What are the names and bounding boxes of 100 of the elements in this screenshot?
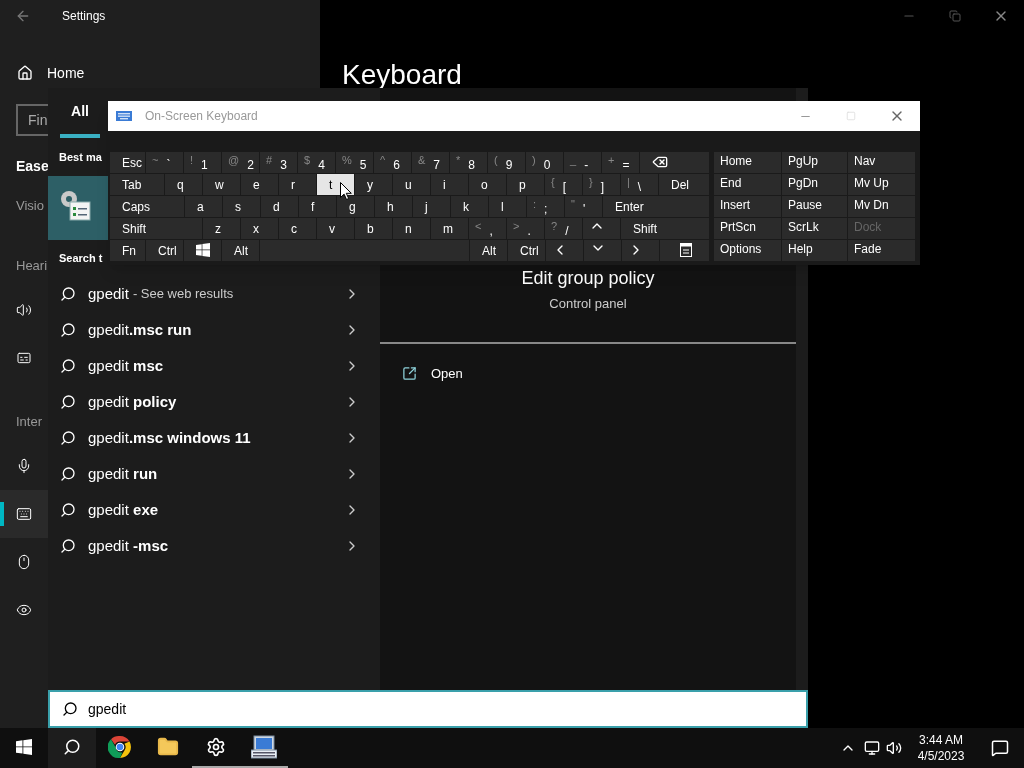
key[interactable]: q bbox=[165, 174, 203, 196]
key[interactable]: Nav bbox=[848, 152, 916, 174]
key[interactable]: b bbox=[355, 218, 393, 240]
key[interactable]: o bbox=[469, 174, 507, 196]
key[interactable]: Ctrl bbox=[508, 240, 546, 262]
key[interactable]: < , bbox=[469, 218, 507, 240]
key[interactable]: Enter bbox=[603, 196, 710, 218]
key[interactable]: Home bbox=[714, 152, 782, 174]
key[interactable]: PgDn bbox=[782, 174, 848, 196]
key[interactable]: Insert bbox=[714, 196, 782, 218]
key[interactable]: t bbox=[317, 174, 355, 196]
key[interactable]: % 5 bbox=[336, 152, 374, 174]
key[interactable]: s bbox=[223, 196, 261, 218]
key[interactable]: p bbox=[507, 174, 545, 196]
suggestion-item[interactable]: gpedit exe bbox=[48, 492, 380, 528]
key[interactable]: h bbox=[375, 196, 413, 218]
suggestion-item[interactable]: gpedit msc bbox=[48, 348, 380, 384]
nav-item[interactable] bbox=[0, 490, 48, 538]
key[interactable]: " ' bbox=[565, 196, 603, 218]
key[interactable]: * 8 bbox=[450, 152, 488, 174]
key[interactable]: & 7 bbox=[412, 152, 450, 174]
key[interactable]: g bbox=[337, 196, 375, 218]
clock[interactable]: 3:44 AM 4/5/2023 bbox=[912, 732, 970, 764]
key[interactable]: Fade bbox=[848, 240, 916, 262]
key[interactable]: ^ 6 bbox=[374, 152, 412, 174]
key[interactable]: k bbox=[451, 196, 489, 218]
search-field[interactable]: gpedit bbox=[48, 690, 808, 728]
key[interactable]: c bbox=[279, 218, 317, 240]
key[interactable]: Fn bbox=[110, 240, 146, 262]
key[interactable]: ~ ` bbox=[146, 152, 184, 174]
suggestion-item[interactable]: gpedit run bbox=[48, 456, 380, 492]
back-icon[interactable] bbox=[15, 8, 31, 24]
key[interactable]: v bbox=[317, 218, 355, 240]
key[interactable]: Ctrl bbox=[146, 240, 184, 262]
open-action[interactable]: Open bbox=[380, 359, 796, 388]
suggestion-item[interactable]: gpedit.msc run bbox=[48, 312, 380, 348]
key[interactable]: j bbox=[413, 196, 451, 218]
key[interactable]: r bbox=[279, 174, 317, 196]
key[interactable]: PgUp bbox=[782, 152, 848, 174]
key[interactable]: Help bbox=[782, 240, 848, 262]
key[interactable]: _ - bbox=[564, 152, 602, 174]
key[interactable]: : ; bbox=[527, 196, 565, 218]
suggestion-item[interactable]: gpedit policy bbox=[48, 384, 380, 420]
key[interactable]: + = bbox=[602, 152, 640, 174]
key[interactable]: Esc bbox=[110, 152, 146, 174]
key[interactable]: > . bbox=[507, 218, 545, 240]
key[interactable]: z bbox=[203, 218, 241, 240]
key[interactable]: Alt bbox=[470, 240, 508, 262]
key[interactable]: f bbox=[299, 196, 337, 218]
key[interactable]: d bbox=[261, 196, 299, 218]
tab[interactable]: All bbox=[60, 88, 100, 138]
category-label: Heari bbox=[16, 257, 48, 276]
key[interactable]: y bbox=[355, 174, 393, 196]
key[interactable]: @ 2 bbox=[222, 152, 260, 174]
key[interactable]: Mv Up bbox=[848, 174, 916, 196]
key[interactable]: Shift bbox=[621, 218, 710, 240]
key[interactable]: Options bbox=[714, 240, 782, 262]
suggestion-item[interactable]: gpedit -msc bbox=[48, 528, 380, 564]
notifications-icon[interactable] bbox=[991, 739, 1009, 757]
key[interactable]: u bbox=[393, 174, 431, 196]
home-link[interactable]: Home bbox=[47, 62, 85, 84]
key[interactable]: Caps bbox=[110, 196, 185, 218]
search-icon bbox=[60, 538, 76, 554]
menu-key-icon bbox=[680, 243, 692, 257]
key[interactable]: } ] bbox=[583, 174, 621, 196]
suggestion-item[interactable]: gpedit.msc windows 11 bbox=[48, 420, 380, 456]
key[interactable]: x bbox=[241, 218, 279, 240]
keyboard-icon bbox=[116, 111, 132, 121]
key[interactable]: i bbox=[431, 174, 469, 196]
key[interactable]: Shift bbox=[110, 218, 203, 240]
key[interactable]: Alt bbox=[222, 240, 260, 262]
key[interactable]: e bbox=[241, 174, 279, 196]
key[interactable] bbox=[640, 152, 710, 174]
key[interactable]: Tab bbox=[110, 174, 165, 196]
key[interactable]: m bbox=[431, 218, 469, 240]
key[interactable]: | \ bbox=[621, 174, 659, 196]
suggestion-item[interactable]: gpedit - See web results bbox=[48, 276, 380, 312]
key[interactable]: # 3 bbox=[260, 152, 298, 174]
key[interactable]: n bbox=[393, 218, 431, 240]
speaker-icon[interactable] bbox=[886, 740, 902, 756]
key[interactable]: l bbox=[489, 196, 527, 218]
taskbar-button[interactable] bbox=[48, 728, 96, 768]
key[interactable]: a bbox=[185, 196, 223, 218]
key[interactable]: ) 0 bbox=[526, 152, 564, 174]
key[interactable] bbox=[660, 240, 710, 262]
key[interactable]: Mv Dn bbox=[848, 196, 916, 218]
key[interactable]: $ 4 bbox=[298, 152, 336, 174]
key[interactable]: Pause bbox=[782, 196, 848, 218]
key[interactable]: ? / bbox=[545, 218, 583, 240]
key[interactable]: ! 1 bbox=[184, 152, 222, 174]
key[interactable]: End bbox=[714, 174, 782, 196]
key[interactable]: PrtScn bbox=[714, 218, 782, 240]
key[interactable]: w bbox=[203, 174, 241, 196]
key[interactable]: ( 9 bbox=[488, 152, 526, 174]
key[interactable]: ScrLk bbox=[782, 218, 848, 240]
network-icon[interactable] bbox=[864, 740, 880, 756]
key[interactable]: Del bbox=[659, 174, 710, 196]
key[interactable]: { [ bbox=[545, 174, 583, 196]
best-match-tile[interactable] bbox=[48, 176, 108, 240]
key[interactable] bbox=[184, 240, 222, 262]
